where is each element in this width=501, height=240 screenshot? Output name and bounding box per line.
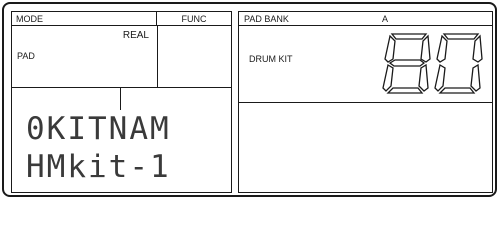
pad-bank-value: A [382, 14, 389, 24]
func-header: FUNC [157, 12, 231, 26]
drum-kit-label: DRUM KIT [249, 54, 293, 64]
lcd-line-1: 0KITNAM [26, 111, 171, 147]
mode-panel: MODE FUNC REAL PAD 0KITNAM HMkit-1 [11, 11, 232, 193]
mode-area: REAL PAD [12, 26, 157, 88]
mode-value: PAD [17, 51, 35, 61]
seven-seg-digit-0 [434, 33, 483, 94]
seven-seg-digit-8 [382, 33, 431, 94]
pad-bank-header: PAD BANK [239, 12, 492, 26]
drum-kit-number-display: 80 [382, 33, 483, 94]
func-area [157, 26, 231, 88]
cursor-tick [120, 88, 121, 110]
mode-header: MODE [12, 12, 157, 26]
right-divider [239, 102, 492, 103]
pad-bank-panel: PAD BANK A DRUM KIT 80 [238, 11, 493, 193]
lcd-line-2: HMkit-1 [26, 149, 171, 185]
mode-sub-label: REAL [122, 30, 149, 41]
